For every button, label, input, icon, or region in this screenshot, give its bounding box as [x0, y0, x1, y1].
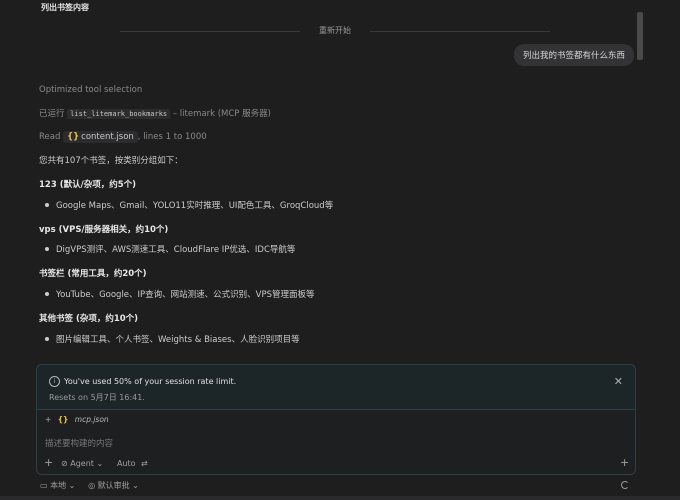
read-suffix: , lines 1 to 1000 — [137, 132, 207, 142]
local-label[interactable]: 本地 — [50, 481, 66, 490]
section-heading: 其他书签 (杂项，约10个) — [39, 314, 139, 324]
list-item: Google Maps、Gmail、YOLO11实时推理、UI配色工具、Groq… — [45, 199, 333, 211]
rate-limit-message: You've used 50% of your session rate lim… — [64, 377, 237, 386]
auto-model-label: Auto — [117, 459, 136, 468]
close-icon[interactable]: ✕ — [614, 375, 623, 388]
summary-text: 您共有107个书签，按类别分组如下： — [39, 156, 183, 166]
agent-mode-label: Agent — [70, 459, 94, 468]
ran-suffix: – litemark (MCP 服务器) — [172, 109, 271, 119]
bullet-dot — [45, 291, 49, 296]
read-prefix: Read — [39, 132, 61, 142]
read-file-name: content.json — [81, 132, 134, 142]
list-item-text: DigVPS测评、AWS测速工具、CloudFlare IP优选、IDC导航等 — [56, 245, 296, 255]
json-file-icon: {} — [67, 132, 80, 142]
list-item: DigVPS测评、AWS测速工具、CloudFlare IP优选、IDC导航等 — [45, 243, 295, 255]
info-icon: i — [49, 376, 60, 387]
list-item-text: Google Maps、Gmail、YOLO11实时推理、UI配色工具、Groq… — [56, 201, 334, 211]
bottom-status-bar: ▭ 本地 ⌄ ◎ 默认审批 ⌄ — [40, 480, 139, 491]
ran-tool-line: 已运行 list_litemark_bookmarks – litemark (… — [39, 107, 271, 119]
section-heading: 书签栏 (常用工具，约20个) — [39, 269, 147, 279]
add-context-icon[interactable]: + — [45, 415, 51, 424]
context-attachment: + {} mcp.json — [45, 415, 109, 424]
bullet-dot — [45, 202, 49, 207]
settings-sliders-icon[interactable]: ⇄ — [141, 459, 148, 468]
list-item-text: 图片编辑工具、个人书签、Weights & Biases、人脸识别项目等 — [56, 335, 300, 345]
bullet-dot — [45, 246, 49, 251]
list-item: YouTube、Google、IP查询、网站测速、公式识别、VPS管理面板等 — [45, 288, 315, 300]
tool-name-code: list_litemark_bookmarks — [67, 109, 171, 119]
chevron-down-icon: ⌄ — [96, 459, 104, 468]
agent-mode-picker[interactable]: ⊘ Agent ⌄ — [61, 459, 103, 468]
monitor-icon: ▭ — [40, 481, 48, 490]
agent-icon: ⊘ — [61, 459, 68, 468]
tool-selection-line: Optimized tool selection — [39, 85, 143, 95]
rate-limit-reset: Resets on 5月7日 16:41. — [49, 393, 145, 402]
json-file-icon: {} — [57, 415, 69, 424]
rate-limit-banner: i You've used 50% of your session rate l… — [36, 364, 636, 410]
read-file-line: Read {} content.json, lines 1 to 1000 — [39, 131, 207, 143]
section-heading: 123 (默认/杂项，约5个) — [39, 180, 136, 190]
chevron-down-icon: ⌄ — [68, 481, 76, 490]
scrollbar-thumb[interactable] — [637, 12, 643, 60]
section-heading: vps (VPS/服务器相关，约10个) — [39, 225, 169, 235]
bullet-dot — [45, 336, 49, 341]
list-item-text: YouTube、Google、IP查询、网站测速、公式识别、VPS管理面板等 — [56, 290, 315, 300]
approve-label[interactable]: 默认审批 — [98, 481, 130, 490]
user-message: 列出我的书签都有什么东西 — [513, 44, 634, 66]
restart-divider: 重新开始 — [120, 25, 550, 38]
chat-input[interactable]: 描述要构建的内容 — [45, 437, 113, 449]
read-file-chip[interactable]: {} content.json — [63, 131, 138, 143]
context-file-name[interactable]: mcp.json — [75, 415, 109, 424]
restart-label[interactable]: 重新开始 — [120, 25, 550, 36]
chevron-down-icon: ⌄ — [132, 481, 139, 490]
window-bottom-edge — [0, 496, 680, 500]
chat-title: 列出书签内容 — [41, 3, 89, 12]
list-item: 图片编辑工具、个人书签、Weights & Biases、人脸识别项目等 — [45, 333, 300, 345]
approve-icon: ◎ — [88, 481, 96, 490]
ran-prefix: 已运行 — [39, 109, 65, 119]
auto-model-picker[interactable]: Auto — [117, 459, 136, 468]
chat-composer: + {} mcp.json 描述要构建的内容 + ⊘ Agent ⌄ Auto … — [36, 409, 636, 475]
add-icon[interactable]: + — [44, 456, 53, 469]
send-icon[interactable]: + — [620, 456, 629, 469]
loading-icon — [621, 481, 629, 489]
